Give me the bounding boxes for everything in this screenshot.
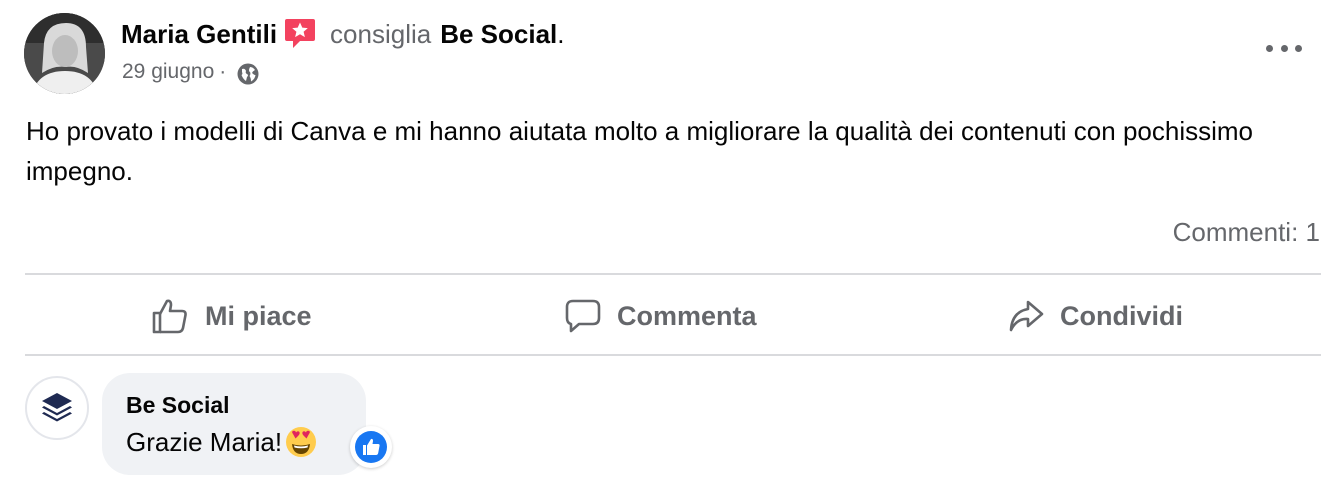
post-date[interactable]: 29 giugno — [122, 58, 214, 86]
post-meta: 29 giugno · — [122, 58, 260, 86]
comment-label: Commenta — [617, 300, 757, 331]
page-name-link[interactable]: Be Social — [440, 16, 557, 52]
comment-text: Grazie Maria! — [126, 424, 318, 460]
like-label: Mi piace — [205, 300, 312, 331]
share-button[interactable]: Condividi — [1008, 293, 1183, 339]
share-label: Condividi — [1060, 300, 1183, 331]
share-icon — [1009, 300, 1044, 332]
like-button[interactable]: Mi piace — [151, 293, 312, 339]
author-name[interactable]: Maria Gentili — [121, 16, 277, 52]
globe-icon[interactable] — [236, 62, 260, 86]
commenter-name[interactable]: Be Social — [126, 389, 230, 421]
layers-logo-icon — [42, 393, 72, 422]
divider-bottom — [25, 354, 1321, 356]
meta-separator: · — [219, 60, 227, 83]
comment-body: Grazie Maria! — [126, 427, 283, 457]
like-reaction-icon[interactable] — [350, 426, 392, 468]
post-text: Ho provato i modelli di Canva e mi hanno… — [26, 116, 1254, 186]
thumbs-up-icon — [152, 299, 187, 334]
divider-top — [25, 273, 1321, 275]
author-avatar[interactable] — [24, 13, 105, 94]
heart-eyes-emoji-icon — [284, 425, 318, 459]
comment-button[interactable]: Commenta — [565, 293, 757, 339]
header-period: . — [557, 19, 565, 49]
commenter-avatar[interactable] — [25, 376, 89, 440]
dot — [1295, 44, 1302, 52]
post-header-line: Maria Gentili consiglia Be Social . — [121, 16, 565, 52]
more-options-icon[interactable] — [1266, 38, 1302, 58]
recommend-star-icon — [284, 17, 316, 51]
recommend-verb: consiglia — [330, 19, 432, 49]
dot — [1280, 44, 1288, 52]
comment-icon — [565, 299, 601, 333]
comments-count-link[interactable]: Commenti: 1 — [1173, 214, 1320, 250]
dot — [1266, 44, 1273, 52]
